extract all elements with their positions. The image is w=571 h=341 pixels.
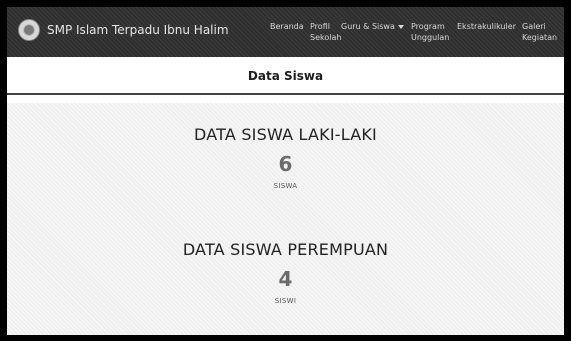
- school-emblem-icon[interactable]: [18, 19, 40, 41]
- nav-ekstrakurikuler-label: Ekstrakulikuler: [457, 22, 516, 31]
- nav-guru-siswa-label: Guru & Siswa: [341, 22, 395, 31]
- nav-ekstrakurikuler[interactable]: Ekstrakulikuler: [457, 21, 516, 32]
- main-content: DATA SISWA LAKI-LAKI 6 SISWA DATA SISWA …: [7, 103, 564, 335]
- male-stat-heading: DATA SISWA LAKI-LAKI: [194, 125, 377, 144]
- nav-profil-line1: Profil: [310, 22, 330, 31]
- chevron-down-icon: [397, 24, 404, 29]
- nav-beranda-label: Beranda: [270, 22, 304, 31]
- nav-beranda[interactable]: Beranda: [270, 21, 304, 32]
- male-students-stat: DATA SISWA LAKI-LAKI 6 SISWA: [7, 125, 564, 190]
- nav-program-unggulan[interactable]: Program Unggulan: [411, 21, 449, 43]
- emblem-center: [23, 24, 35, 36]
- nav-program-line2: Unggulan: [411, 33, 450, 42]
- top-navbar: SMP Islam Terpadu Ibnu Halim Beranda Pro…: [7, 7, 564, 57]
- nav-profil-line2: Sekolah: [310, 33, 342, 42]
- female-students-stat: DATA SISWA PEREMPUAN 4 SISWI: [7, 240, 564, 305]
- nav-profil-sekolah[interactable]: Profil Sekolah: [310, 21, 341, 43]
- brand-name[interactable]: SMP Islam Terpadu Ibnu Halim: [47, 23, 229, 37]
- female-stat-unit: SISWI: [274, 297, 297, 305]
- page-title: Data Siswa: [247, 69, 324, 83]
- browser-viewport: SMP Islam Terpadu Ibnu Halim Beranda Pro…: [7, 7, 564, 335]
- female-stat-heading: DATA SISWA PEREMPUAN: [182, 240, 389, 259]
- nav-program-line1: Program: [411, 22, 445, 31]
- nav-galeri-kegiatan[interactable]: Galeri Kegiatan: [522, 21, 557, 43]
- page-header: Data Siswa: [7, 57, 564, 95]
- nav-guru-siswa-dropdown[interactable]: Guru & Siswa: [341, 21, 404, 32]
- male-stat-count: 6: [278, 152, 293, 176]
- nav-galeri-line1: Galeri: [522, 22, 546, 31]
- female-stat-count: 4: [278, 267, 293, 291]
- nav-galeri-line2: Kegiatan: [522, 33, 558, 42]
- male-stat-unit: SISWA: [273, 182, 298, 190]
